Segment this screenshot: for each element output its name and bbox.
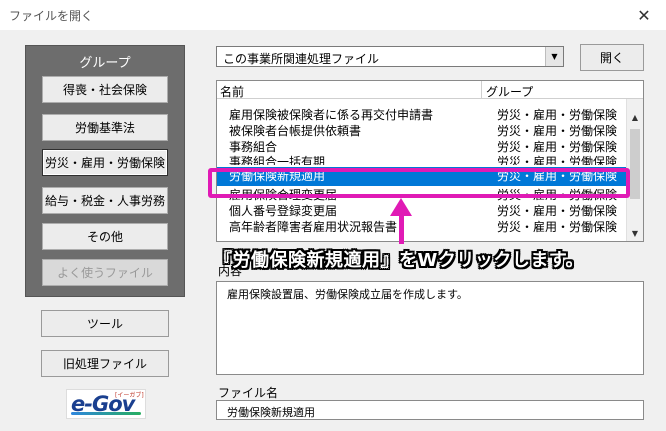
egov-logo: e-Gov [イーガブ] bbox=[66, 389, 146, 419]
filename-value: 労働保険新規適用 bbox=[227, 406, 315, 419]
list-item[interactable]: 事務組合一括有期 労災・雇用・労働保険 bbox=[217, 155, 627, 165]
window-title: ファイルを開く bbox=[9, 9, 94, 23]
item-group: 労災・雇用・労働保険 bbox=[497, 123, 618, 138]
list-header: 名前 グループ bbox=[217, 81, 643, 99]
chevron-down-icon[interactable]: ▼ bbox=[545, 47, 563, 66]
open-button[interactable]: 開く bbox=[580, 44, 644, 71]
column-header-name[interactable]: 名前 bbox=[220, 83, 244, 100]
contents-box: 雇用保険設置届、労働保険成立届を作成します。 bbox=[216, 281, 644, 375]
close-icon[interactable]: ✕ bbox=[622, 0, 666, 30]
group-header: グループ bbox=[79, 56, 131, 71]
item-group: 労災・雇用・労働保険 bbox=[497, 155, 618, 166]
scroll-down-icon[interactable]: ▼ bbox=[627, 225, 643, 241]
filename-field[interactable]: 労働保険新規適用 bbox=[216, 400, 644, 420]
egov-logo-ruby: [イーガブ] bbox=[115, 392, 144, 399]
item-name: 事務組合 bbox=[229, 139, 278, 154]
group-panel: グループ 得喪・社会保険 労働基準法 労災・雇用・労働保険 給与・税金・人事労務… bbox=[25, 45, 185, 297]
item-name: 雇用保険被保険者に係る再交付申請書 bbox=[229, 108, 434, 122]
highlight-box bbox=[208, 168, 630, 198]
list-item[interactable]: 高年齢者障害者雇用状況報告書 労災・雇用・労働保険 bbox=[217, 220, 627, 236]
arrow-shaft bbox=[399, 214, 404, 244]
list-item[interactable]: 雇用保険被保険者に係る再交付申請書 労災・雇用・労働保険 bbox=[217, 108, 627, 124]
file-scope-select[interactable]: この事業所関連処理ファイル ▼ bbox=[216, 46, 564, 67]
egov-swoosh-icon bbox=[71, 412, 141, 415]
item-name: 高年齢者障害者雇用状況報告書 bbox=[229, 219, 398, 234]
column-header-group[interactable]: グループ bbox=[481, 81, 533, 99]
scroll-thumb[interactable] bbox=[630, 129, 640, 199]
old-files-button[interactable]: 旧処理ファイル bbox=[41, 350, 169, 377]
title-bar: ファイルを開く ✕ bbox=[0, 0, 666, 30]
group-button-kyuyo[interactable]: 給与・税金・人事労務 bbox=[42, 187, 168, 214]
file-list[interactable]: 名前 グループ 雇用保険被保険者に係る再交付申請書 労災・雇用・労働保険 被保険者… bbox=[216, 80, 644, 242]
contents-text: 雇用保険設置届、労働保険成立届を作成します。 bbox=[227, 288, 468, 301]
filename-label: ファイル名 bbox=[218, 386, 279, 400]
instruction-callout: 『労働保険新規適用』をWクリックします。 bbox=[214, 250, 585, 271]
item-name: 個人番号登録変更届 bbox=[229, 204, 338, 219]
tools-button[interactable]: ツール bbox=[41, 310, 169, 337]
item-group: 労災・雇用・労働保険 bbox=[497, 204, 618, 219]
group-button-tokuso[interactable]: 得喪・社会保険 bbox=[42, 76, 168, 103]
item-group: 労災・雇用・労働保険 bbox=[497, 139, 618, 154]
scroll-up-icon[interactable]: ▲ bbox=[627, 109, 643, 125]
item-group: 労災・雇用・労働保険 bbox=[497, 219, 618, 234]
group-button-favorites[interactable]: よく使うファイル bbox=[42, 259, 168, 286]
list-item[interactable]: 被保険者台帳提供依頼書 労災・雇用・労働保険 bbox=[217, 124, 627, 140]
item-group: 労災・雇用・労働保険 bbox=[497, 108, 618, 122]
group-button-rousai[interactable]: 労災・雇用・労働保険 bbox=[42, 149, 168, 176]
list-item[interactable]: 個人番号登録変更届 労災・雇用・労働保険 bbox=[217, 204, 627, 220]
group-button-roudou-kijun[interactable]: 労働基準法 bbox=[42, 114, 168, 141]
file-scope-value: この事業所関連処理ファイル bbox=[223, 52, 380, 66]
group-button-sonota[interactable]: その他 bbox=[42, 223, 168, 250]
item-name: 事務組合一括有期 bbox=[229, 155, 326, 166]
item-name: 被保険者台帳提供依頼書 bbox=[229, 123, 362, 138]
list-item[interactable]: 事務組合 労災・雇用・労働保険 bbox=[217, 140, 627, 156]
